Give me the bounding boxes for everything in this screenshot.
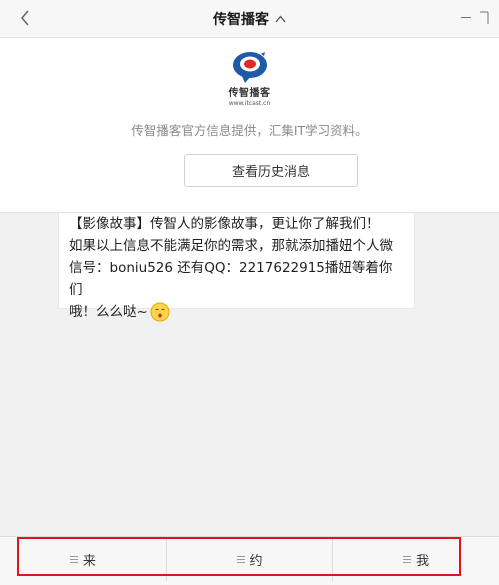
more-icon — [480, 11, 489, 24]
menu-item-label: 来 — [82, 553, 96, 569]
submenu-icon — [236, 555, 245, 563]
more-button[interactable] — [479, 10, 489, 24]
account-profile: 传智播客 www.itcast.cn 传智播客官方信息提供，汇集IT学习资料。 … — [0, 38, 499, 213]
back-button[interactable] — [14, 7, 36, 29]
menu-item-label: 约 — [249, 553, 263, 569]
menu-item-wo[interactable]: 我 — [333, 537, 499, 581]
itcast-logo-icon — [232, 52, 267, 83]
menu-item-yue[interactable]: 约 — [167, 537, 334, 581]
message-line: 如果以上信息不能满足你的需求，那就添加播妞个人微 — [69, 238, 393, 254]
account-description: 传智播客官方信息提供，汇集IT学习资料。 — [131, 123, 368, 138]
logo-name-text: 传智播客 — [228, 88, 271, 99]
menu-item-label: 我 — [416, 553, 430, 569]
minimize-button[interactable] — [461, 12, 471, 22]
submenu-icon — [403, 555, 412, 563]
page-title-container: 传智播客 — [0, 0, 499, 37]
expand-button[interactable] — [275, 14, 286, 23]
submenu-icon — [69, 555, 78, 563]
logo-url-text: www.itcast.cn — [228, 100, 271, 107]
account-logo[interactable]: 传智播客 www.itcast.cn — [0, 50, 499, 107]
minimize-icon — [461, 16, 471, 18]
message-line: 信号：boniu526 还有QQ：2217622915播妞等着你们 — [69, 260, 393, 298]
custom-menu: 来 约 我 — [0, 537, 499, 581]
view-history-button[interactable]: 查看历史消息 — [184, 154, 358, 187]
kissing-face-emoji-icon — [150, 302, 170, 322]
menu-item-lai[interactable]: 来 — [0, 537, 167, 581]
message-bubble: 【影像故事】传智人的影像故事，更让你了解我们！ 如果以上信息不能满足你的需求，那… — [58, 213, 415, 322]
message-line-last: 哦！么么哒~ — [69, 301, 404, 323]
message-line: 【影像故事】传智人的影像故事，更让你了解我们！ — [69, 216, 380, 232]
top-bar: 传智播客 — [0, 0, 499, 38]
chevron-up-icon — [275, 14, 286, 22]
page-title: 传智播客 — [213, 11, 269, 28]
message-line-text: 哦！么么哒~ — [69, 304, 148, 320]
chevron-left-icon — [21, 10, 29, 26]
